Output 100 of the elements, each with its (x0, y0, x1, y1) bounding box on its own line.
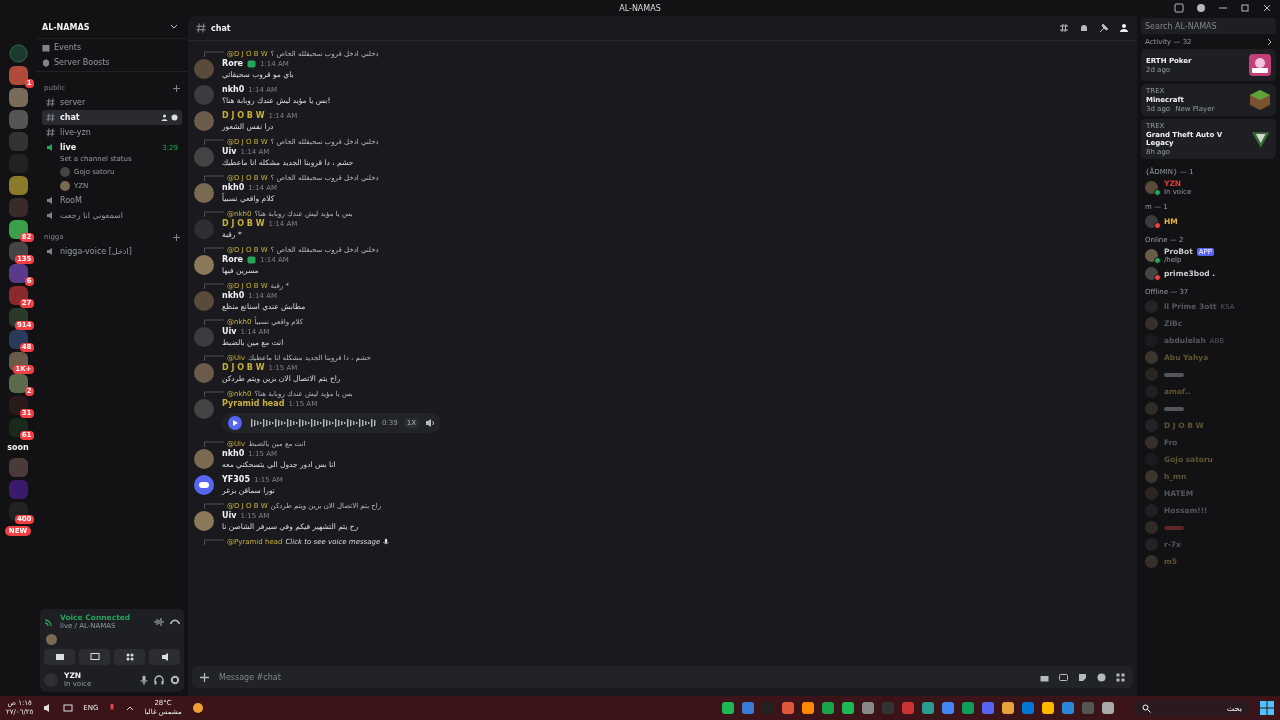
taskbar-app-icon[interactable] (742, 702, 754, 714)
author-name[interactable]: Pyramid head (222, 399, 285, 408)
plus-icon[interactable] (173, 233, 180, 241)
game-icon (1249, 54, 1271, 76)
help-icon[interactable] (1196, 3, 1206, 13)
activities-button[interactable] (114, 649, 145, 665)
author-name[interactable]: nkh0 (222, 291, 245, 300)
channel-item[interactable]: RooM (42, 193, 182, 208)
search-input[interactable]: بحث (1155, 702, 1242, 714)
avatar (194, 255, 214, 275)
close-icon[interactable] (1262, 3, 1272, 13)
taskbar-app-icon[interactable] (1062, 702, 1074, 714)
author-name[interactable]: Uiv (222, 511, 237, 520)
pin-icon[interactable] (1099, 23, 1109, 33)
reply-line (204, 441, 224, 447)
avatar (194, 183, 214, 203)
taskbar-app-icon[interactable] (822, 702, 834, 714)
taskbar-app-icon[interactable] (1042, 702, 1054, 714)
chevron-icon[interactable] (1267, 38, 1272, 46)
search-field[interactable]: بحث (1134, 700, 1250, 716)
chevron-icon[interactable] (126, 705, 135, 711)
taskbar-app-icon[interactable] (1022, 702, 1034, 714)
microphone-icon[interactable] (140, 674, 148, 685)
taskbar-app-icon[interactable] (782, 702, 794, 714)
author-name[interactable]: nkh0 (222, 183, 245, 192)
server-name[interactable]: AL-NAMAS (42, 22, 90, 32)
avatar (1145, 521, 1158, 534)
speaker-icon (46, 143, 55, 152)
author-name[interactable]: D J O B W (222, 363, 265, 372)
network-icon[interactable] (63, 703, 74, 713)
taskbar-app-icon[interactable] (962, 702, 974, 714)
waveform[interactable] (248, 419, 376, 427)
channel-item[interactable]: server (42, 95, 182, 110)
author-name[interactable]: YF305 (222, 475, 250, 484)
hang-up-icon[interactable] (170, 618, 180, 625)
avatar (1145, 487, 1158, 500)
taskbar-app-icon[interactable] (1002, 702, 1014, 714)
channel-item[interactable]: chat (42, 110, 182, 125)
maximize-icon[interactable] (1240, 3, 1250, 13)
reply-line (204, 211, 224, 217)
taskbar-app-icon[interactable] (1102, 702, 1114, 714)
reply-line (204, 283, 224, 289)
channel-item[interactable]: اسمعوني انا رجعت (42, 208, 182, 223)
author-name[interactable]: D J O B W (222, 111, 265, 120)
author-name[interactable]: Rore (222, 59, 244, 68)
screen-share-button[interactable] (79, 649, 110, 665)
speaker-icon (46, 247, 55, 256)
taskbar-app-icon[interactable] (862, 702, 874, 714)
camera-button[interactable] (44, 649, 75, 665)
chevron-icon[interactable] (170, 24, 178, 30)
plus-icon[interactable] (200, 672, 209, 682)
invite-icon[interactable] (161, 114, 168, 121)
author-name[interactable]: nkh0 (222, 449, 245, 458)
apps-icon[interactable] (1116, 672, 1125, 682)
play-button[interactable] (228, 416, 242, 430)
taskbar-app-icon[interactable] (942, 702, 954, 714)
avatar (194, 327, 214, 347)
headphones-icon[interactable] (154, 674, 164, 685)
noise-icon[interactable] (154, 617, 164, 626)
search-icon[interactable] (1142, 703, 1151, 713)
avatar (1145, 368, 1158, 381)
author-name[interactable]: nkh0 (222, 85, 245, 94)
taskbar-app-icon[interactable] (922, 702, 934, 714)
signal-icon (44, 616, 54, 627)
taskbar-app-icon[interactable] (982, 702, 994, 714)
reply-line (204, 391, 224, 397)
start-icon[interactable] (1260, 701, 1274, 715)
taskbar-app-icon[interactable] (802, 702, 814, 714)
message-input[interactable]: Message #chat (219, 671, 1030, 683)
plus-icon[interactable] (173, 84, 180, 92)
sun-icon[interactable] (191, 702, 204, 714)
sticker-icon[interactable] (1078, 672, 1087, 682)
author-name[interactable]: Rore (222, 255, 244, 264)
emoji-icon[interactable] (1097, 672, 1106, 682)
threads-icon[interactable] (1059, 23, 1069, 33)
message-field[interactable]: Message #chat (192, 666, 1133, 688)
settings-icon[interactable] (171, 114, 178, 121)
avatar (1145, 249, 1158, 262)
author-name[interactable]: D J O B W (222, 219, 265, 228)
channel-item[interactable]: nigga-voice [ادخل] (42, 244, 182, 259)
sidebar-link[interactable]: Server Boosts (54, 58, 110, 67)
settings-icon[interactable] (170, 674, 180, 685)
bell-icon[interactable] (1079, 23, 1089, 33)
author-name[interactable]: Uiv (222, 147, 237, 156)
taskbar-app-icon[interactable] (842, 702, 854, 714)
author-name[interactable]: Uiv (222, 327, 237, 336)
channel-item[interactable]: live-yzn (42, 125, 182, 140)
volume-icon[interactable] (425, 418, 435, 428)
inbox-icon[interactable] (1174, 3, 1184, 13)
members-icon[interactable] (1119, 23, 1129, 33)
gif-icon[interactable] (1059, 672, 1068, 682)
folder-label[interactable]: soon (7, 443, 29, 452)
search-field[interactable]: Search AL-NAMAS (1141, 18, 1276, 34)
sidebar-link[interactable]: Events (54, 43, 82, 52)
hash-icon (46, 128, 55, 137)
taskbar-app-icon[interactable] (722, 702, 734, 714)
avatar (1145, 267, 1158, 280)
avatar (194, 147, 214, 167)
search-input[interactable]: Search AL-NAMAS (1145, 20, 1272, 32)
soundboard-button[interactable] (149, 649, 180, 665)
